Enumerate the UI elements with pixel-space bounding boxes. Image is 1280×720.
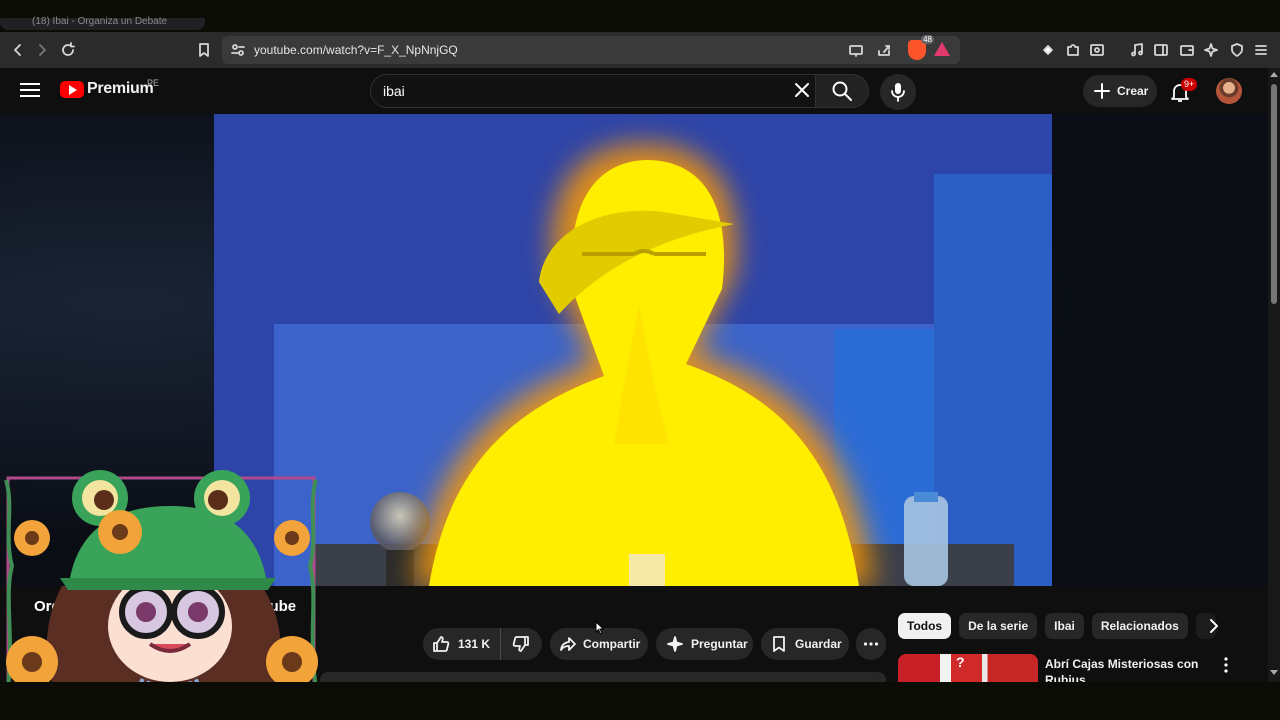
share-page-icon[interactable] <box>872 38 896 62</box>
screenshot-icon[interactable] <box>1085 38 1109 62</box>
browser-tab-title: (18) Ibai - Organiza un Debate <box>32 16 168 27</box>
video-player[interactable] <box>214 114 1052 586</box>
scrollbar-thumb[interactable] <box>1271 84 1277 304</box>
address-bar[interactable]: youtube.com/watch?v=F_X_NpNnjGQ <box>222 36 960 64</box>
more-vertical-icon[interactable] <box>1218 656 1234 674</box>
leo-ai-icon[interactable] <box>1199 38 1223 62</box>
thumbnail-art: ? <box>956 654 965 670</box>
search-icon <box>832 81 852 101</box>
reload-icon[interactable] <box>56 38 80 62</box>
search-input[interactable] <box>383 81 763 101</box>
create-label: Crear <box>1117 84 1149 98</box>
video-frame-figure <box>314 144 1014 586</box>
like-count: 131 K <box>458 637 491 651</box>
browser-toolbar: youtube.com/watch?v=F_X_NpNnjGQ <box>0 32 1280 68</box>
url-text: youtube.com/watch?v=F_X_NpNnjGQ <box>254 43 458 57</box>
save-button[interactable]: Guardar <box>761 628 849 660</box>
share-arrow-icon <box>560 637 576 651</box>
shields-count: 48 <box>921 35 934 44</box>
brave-rewards-icon[interactable] <box>934 42 950 56</box>
music-icon[interactable] <box>1125 38 1149 62</box>
hamburger-menu-icon[interactable] <box>18 79 42 103</box>
chevron-right-icon[interactable] <box>1204 616 1224 636</box>
description-box[interactable] <box>320 672 886 682</box>
create-button[interactable]: Crear <box>1083 75 1157 107</box>
microphone-icon <box>891 83 905 102</box>
region-code: PE <box>147 78 160 88</box>
related-chips: Todos De la serie Ibai Relacionados <box>898 613 1216 639</box>
vpn-shield-icon[interactable] <box>1225 38 1249 62</box>
chip-todos[interactable]: Todos <box>898 613 952 639</box>
avatar[interactable] <box>1216 78 1242 104</box>
save-label: Guardar <box>795 637 842 651</box>
wallet-icon[interactable] <box>1175 38 1199 62</box>
scroll-down-icon[interactable] <box>1270 670 1278 675</box>
chip-relacionados[interactable]: Relacionados <box>1091 613 1188 639</box>
thumbs-down-icon <box>512 636 529 652</box>
search-button[interactable] <box>815 74 869 108</box>
cast-icon[interactable] <box>844 38 868 62</box>
brave-shields-icon[interactable]: 48 <box>908 35 934 60</box>
chip-ibai[interactable]: Ibai <box>1045 613 1084 639</box>
more-actions-button[interactable] <box>856 628 886 660</box>
more-horizontal-icon <box>863 642 879 646</box>
forward-arrow-icon[interactable] <box>30 38 54 62</box>
logo-text: Premium <box>87 80 154 97</box>
streamer-overlay-art <box>4 470 318 698</box>
like-dislike-group: 131 K <box>423 628 542 660</box>
plus-icon <box>1094 83 1110 99</box>
search-box[interactable] <box>370 74 816 108</box>
browser-menu-icon[interactable] <box>1249 38 1273 62</box>
page-scrollbar[interactable] <box>1268 68 1280 683</box>
taskbar-strip <box>0 682 1280 720</box>
thumbs-up-icon <box>433 636 450 652</box>
mouse-cursor-icon <box>595 621 605 635</box>
bookmark-icon[interactable] <box>192 38 216 62</box>
chip-de-la-serie[interactable]: De la serie <box>959 613 1038 639</box>
recommended-thumbnail[interactable]: ? <box>898 654 1038 682</box>
youtube-header: Premium PE <box>0 68 1268 114</box>
like-button[interactable]: 131 K <box>423 628 501 660</box>
browser-tab[interactable]: (18) Ibai - Organiza un Debate <box>0 16 205 30</box>
dislike-button[interactable] <box>501 628 541 660</box>
sparkle-icon <box>667 636 683 652</box>
youtube-play-icon <box>60 80 84 98</box>
extension-dot-icon[interactable] <box>1036 38 1060 62</box>
ask-label: Preguntar <box>691 637 748 651</box>
notification-badge: 9+ <box>1181 78 1198 91</box>
browser-tabstrip: (18) Ibai - Organiza un Debate <box>0 0 1280 32</box>
back-arrow-icon[interactable] <box>6 38 30 62</box>
scroll-up-icon[interactable] <box>1270 72 1278 77</box>
voice-search-button[interactable] <box>880 74 916 110</box>
sidebar-icon[interactable] <box>1149 38 1173 62</box>
clear-search-icon[interactable] <box>792 80 812 100</box>
site-settings-icon[interactable] <box>226 38 250 62</box>
youtube-premium-logo[interactable]: Premium <box>60 80 154 98</box>
recommended-title[interactable]: Abrí Cajas Misteriosas con Rubius <box>1045 656 1205 682</box>
bookmark-save-icon <box>773 636 785 652</box>
ask-button[interactable]: Preguntar <box>656 628 753 660</box>
extensions-puzzle-icon[interactable] <box>1061 38 1085 62</box>
share-label: Compartir <box>583 637 641 651</box>
